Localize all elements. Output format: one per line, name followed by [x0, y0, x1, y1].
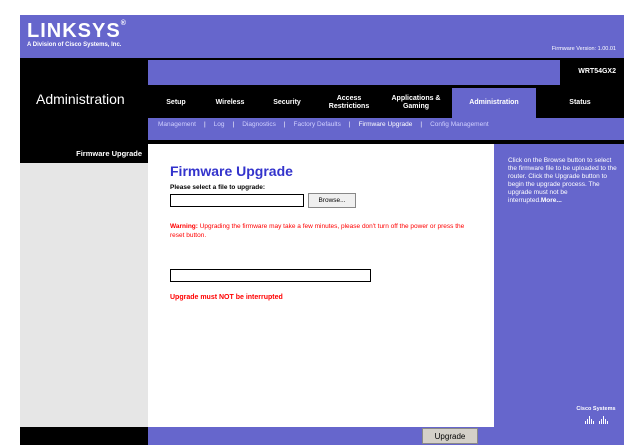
left-section-column: Firmware Upgrade [20, 144, 148, 427]
cisco-bars-icon [574, 414, 618, 424]
subtab-management[interactable]: Management [158, 121, 196, 128]
more-link[interactable]: More... [541, 197, 562, 204]
page-section-title: Administration [36, 91, 125, 107]
subtab-factory-defaults[interactable]: Factory Defaults [294, 121, 341, 128]
tab-status[interactable]: Status [536, 88, 624, 118]
tab-administration[interactable]: Administration [452, 88, 536, 118]
left-section-label: Firmware Upgrade [76, 149, 142, 158]
main-tabs: Setup Wireless Security Access Restricti… [148, 88, 624, 118]
tab-wireless[interactable]: Wireless [204, 88, 256, 118]
help-column: Click on the Browse button to select the… [494, 144, 624, 427]
main-content: Firmware Upgrade Please select a file to… [148, 144, 494, 427]
cisco-systems-logo: Cisco Systems [574, 406, 618, 424]
firmware-file-input[interactable] [170, 194, 304, 207]
sub-tabs: Management | Log | Diagnostics | Factory… [148, 118, 624, 130]
tab-setup[interactable]: Setup [148, 88, 204, 118]
upgrade-progress-bar [170, 269, 371, 282]
tab-access-restrictions[interactable]: Access Restrictions [318, 88, 380, 118]
model-row: WRT54GX2 [148, 60, 624, 85]
left-section-header: Firmware Upgrade [20, 144, 148, 163]
footer-left [20, 427, 148, 445]
subtab-config-management[interactable]: Config Management [430, 121, 489, 128]
upgrade-button[interactable]: Upgrade [422, 428, 478, 444]
linksys-logo: LINKSYS® [27, 20, 127, 42]
file-select-label: Please select a file to upgrade: [170, 184, 266, 191]
logo-subtitle: A Division of Cisco Systems, Inc. [27, 42, 122, 48]
subtab-diagnostics[interactable]: Diagnostics [242, 121, 276, 128]
help-text: Click on the Browse button to select the… [508, 157, 617, 204]
top-banner: LINKSYS® A Division of Cisco Systems, In… [20, 15, 624, 58]
warning-text: Upgrading the firmware may take a few mi… [170, 223, 465, 239]
section-title-area: Administration [20, 60, 148, 140]
tab-security[interactable]: Security [256, 88, 318, 118]
model-name: WRT54GX2 [578, 68, 616, 75]
browse-button[interactable]: Browse... [308, 193, 356, 208]
page-title: Firmware Upgrade [170, 163, 293, 179]
subtab-firmware-upgrade[interactable]: Firmware Upgrade [359, 121, 413, 128]
tab-applications-gaming[interactable]: Applications & Gaming [380, 88, 452, 118]
interrupt-note: Upgrade must NOT be interrupted [170, 294, 283, 301]
model-box: WRT54GX2 [560, 60, 624, 85]
router-admin-frame: LINKSYS® A Division of Cisco Systems, In… [20, 15, 624, 445]
footer-bar [148, 427, 624, 445]
divider [20, 130, 148, 140]
upgrade-warning: Warning: Upgrading the firmware may take… [170, 222, 470, 240]
subtab-log[interactable]: Log [214, 121, 225, 128]
firmware-version: Firmware Version: 1.00.01 [551, 46, 616, 52]
warning-label: Warning: [170, 223, 198, 230]
